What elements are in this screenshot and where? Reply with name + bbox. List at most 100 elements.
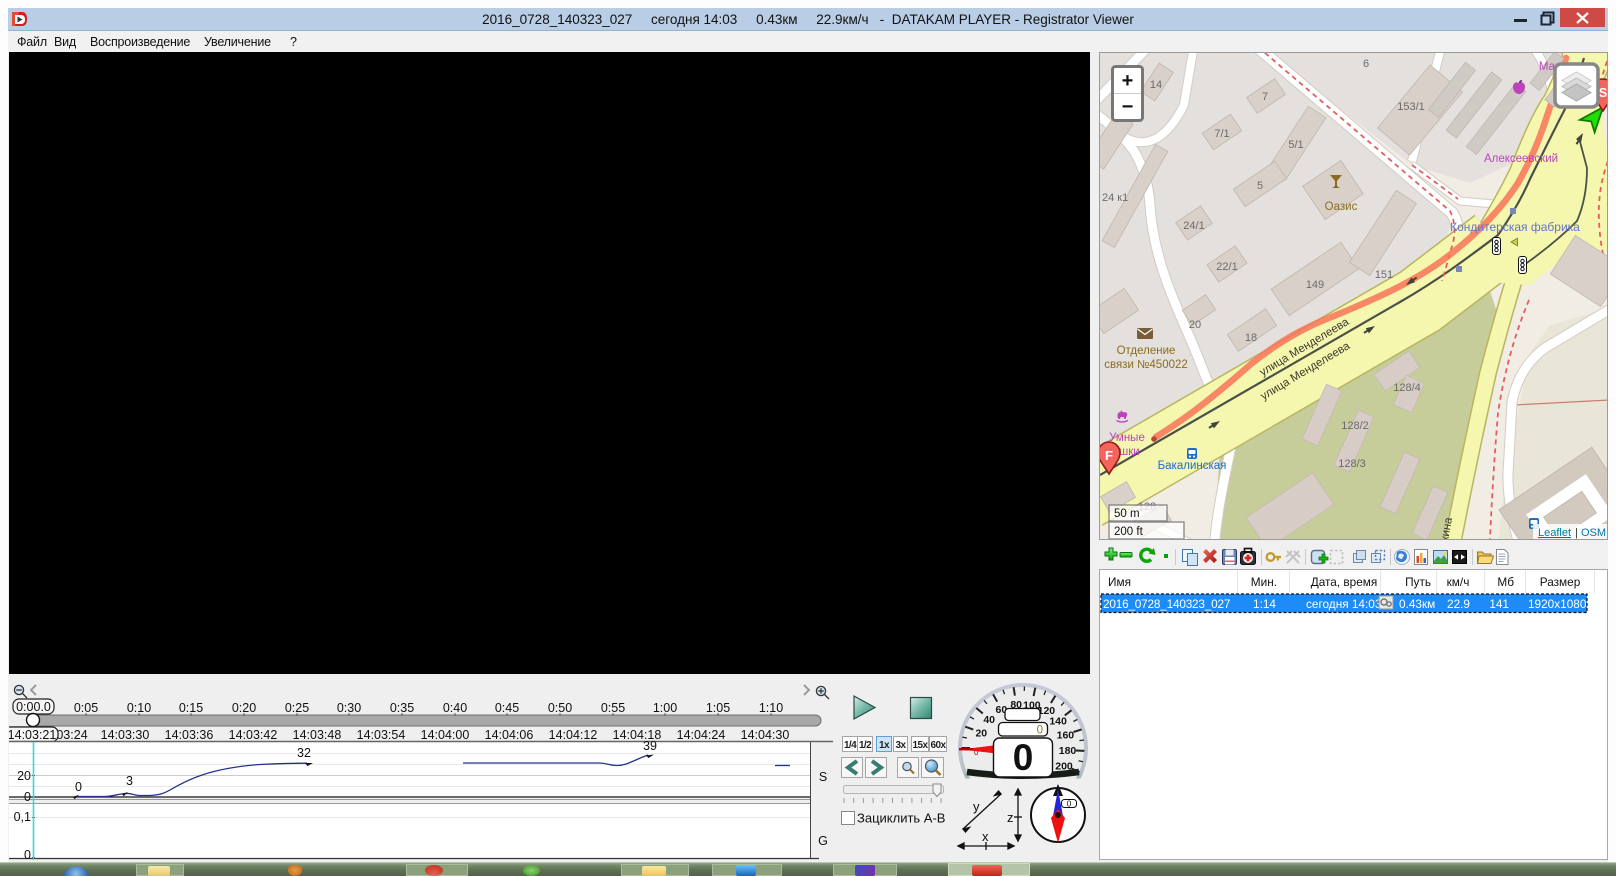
svg-text:24/1: 24/1 — [1183, 220, 1204, 232]
svg-text:км/ч: км/ч — [1447, 575, 1470, 589]
svg-text:32: 32 — [297, 746, 311, 760]
svg-text:1/4: 1/4 — [844, 740, 857, 751]
svg-text:141: 141 — [1489, 597, 1509, 611]
svg-text:153/1: 153/1 — [1397, 101, 1425, 113]
svg-text:Кондитерская фабрика: Кондитерская фабрика — [1450, 220, 1580, 234]
svg-text:|: | — [1575, 527, 1578, 539]
svg-text:14:03:54: 14:03:54 — [357, 728, 406, 742]
svg-text:0.43км: 0.43км — [1399, 597, 1435, 611]
svg-text:Зациклить A-B: Зациклить A-B — [857, 811, 945, 826]
svg-text:128/3: 128/3 — [1338, 458, 1366, 470]
svg-text:39: 39 — [643, 739, 657, 753]
svg-text:Размер: Размер — [1540, 575, 1581, 589]
svg-text:z: z — [1007, 810, 1014, 825]
svg-text:14:04:24: 14:04:24 — [677, 728, 726, 742]
svg-text:Отделение: Отделение — [1117, 345, 1176, 357]
svg-text:x: x — [982, 829, 989, 844]
svg-text:180: 180 — [1059, 745, 1077, 757]
svg-text:22/1: 22/1 — [1216, 261, 1237, 273]
svg-text:14:03:30: 14:03:30 — [101, 728, 150, 742]
svg-text:7/1: 7/1 — [1214, 128, 1229, 140]
svg-text:03:24: 03:24 — [56, 728, 87, 742]
svg-text:14:03:21: 14:03:21 — [9, 728, 56, 742]
svg-text:0: 0 — [1067, 799, 1072, 809]
svg-text:F: F — [1105, 448, 1113, 463]
svg-text:Оазис: Оазис — [1325, 201, 1358, 213]
svg-text:50 m: 50 m — [1114, 508, 1140, 520]
svg-text:сегодня 14:03: сегодня 14:03 — [1306, 597, 1382, 611]
svg-text:3x: 3x — [896, 740, 907, 751]
svg-text:14:03:42: 14:03:42 — [229, 728, 278, 742]
svg-text:60x: 60x — [931, 740, 947, 751]
svg-text:2016_0728_140323_027: 2016_0728_140323_027 — [1103, 597, 1230, 611]
svg-text:3: 3 — [126, 774, 133, 788]
svg-text:Путь: Путь — [1405, 575, 1431, 589]
svg-text:OSM: OSM — [1581, 527, 1606, 539]
svg-text:Бакалинская: Бакалинская — [1158, 460, 1227, 472]
svg-text:1x: 1x — [879, 740, 890, 751]
svg-text:151: 151 — [1375, 269, 1393, 281]
svg-text:Дата, время: Дата, время — [1311, 575, 1378, 589]
svg-text:1920x1080: 1920x1080 — [1528, 597, 1587, 611]
svg-text:0:40: 0:40 — [443, 701, 467, 715]
svg-text:6: 6 — [1363, 58, 1369, 70]
svg-text:149: 149 — [1306, 279, 1324, 291]
svg-text:18: 18 — [1245, 332, 1257, 344]
svg-text:Мб: Мб — [1497, 575, 1514, 589]
svg-text:200: 200 — [1055, 760, 1073, 772]
svg-text:0:55: 0:55 — [601, 701, 625, 715]
svg-text:0:05: 0:05 — [74, 701, 98, 715]
svg-text:14:04:00: 14:04:00 — [421, 728, 470, 742]
svg-text:0: 0 — [24, 790, 31, 804]
svg-text:0:00.0: 0:00.0 — [16, 700, 51, 714]
svg-text:0:20: 0:20 — [232, 701, 256, 715]
svg-text:1:00: 1:00 — [653, 701, 677, 715]
svg-text:1:14: 1:14 — [1253, 597, 1276, 611]
svg-text:14:04:12: 14:04:12 — [549, 728, 598, 742]
svg-text:24 к1: 24 к1 — [1102, 192, 1128, 204]
svg-text:14:04:30: 14:04:30 — [741, 728, 790, 742]
svg-text:40: 40 — [983, 714, 995, 726]
svg-text:22.9: 22.9 — [1447, 597, 1470, 611]
svg-text:1/2: 1/2 — [859, 740, 872, 751]
svg-text:14:04:06: 14:04:06 — [485, 728, 534, 742]
svg-text:Алексеевский: Алексеевский — [1484, 153, 1558, 165]
svg-text:0:10: 0:10 — [127, 701, 151, 715]
svg-text:200 ft: 200 ft — [1114, 526, 1144, 538]
svg-text:Имя: Имя — [1108, 575, 1131, 589]
svg-text:160: 160 — [1057, 730, 1075, 742]
svg-text:0:50: 0:50 — [548, 701, 572, 715]
svg-text:0: 0 — [75, 780, 82, 794]
svg-text:Умные: Умные — [1109, 432, 1145, 444]
svg-text:0:30: 0:30 — [337, 701, 361, 715]
svg-text:14: 14 — [1150, 79, 1162, 91]
svg-text:5: 5 — [1257, 180, 1263, 192]
svg-text:140: 140 — [1049, 716, 1067, 728]
svg-text:20: 20 — [975, 728, 987, 740]
svg-text:Leaflet: Leaflet — [1538, 527, 1571, 539]
svg-text:1:10: 1:10 — [759, 701, 783, 715]
svg-text:128/2: 128/2 — [1341, 420, 1369, 432]
svg-text:0,1: 0,1 — [14, 810, 31, 824]
svg-text:Мин.: Мин. — [1251, 575, 1277, 589]
svg-text:G: G — [818, 834, 828, 848]
svg-text:5/1: 5/1 — [1288, 139, 1303, 151]
svg-text:+: + — [1122, 70, 1134, 92]
svg-text:0:45: 0:45 — [495, 701, 519, 715]
svg-text:1:05: 1:05 — [706, 701, 730, 715]
svg-text:связи №450022: связи №450022 — [1104, 359, 1188, 371]
svg-text:0: 0 — [24, 848, 31, 860]
svg-text:0: 0 — [1013, 737, 1034, 778]
svg-text:14:03:36: 14:03:36 — [165, 728, 214, 742]
svg-text:14:03:48: 14:03:48 — [293, 728, 342, 742]
svg-text:0:35: 0:35 — [390, 701, 414, 715]
svg-text:0:15: 0:15 — [179, 701, 203, 715]
svg-text:7: 7 — [1262, 91, 1268, 103]
svg-text:y: y — [973, 799, 980, 814]
svg-text:128/4: 128/4 — [1393, 382, 1421, 394]
svg-text:−: − — [1122, 96, 1134, 118]
svg-text:20: 20 — [17, 769, 31, 783]
svg-text:0: 0 — [1037, 725, 1043, 737]
svg-text:S: S — [1599, 85, 1607, 100]
svg-text:0:25: 0:25 — [285, 701, 309, 715]
